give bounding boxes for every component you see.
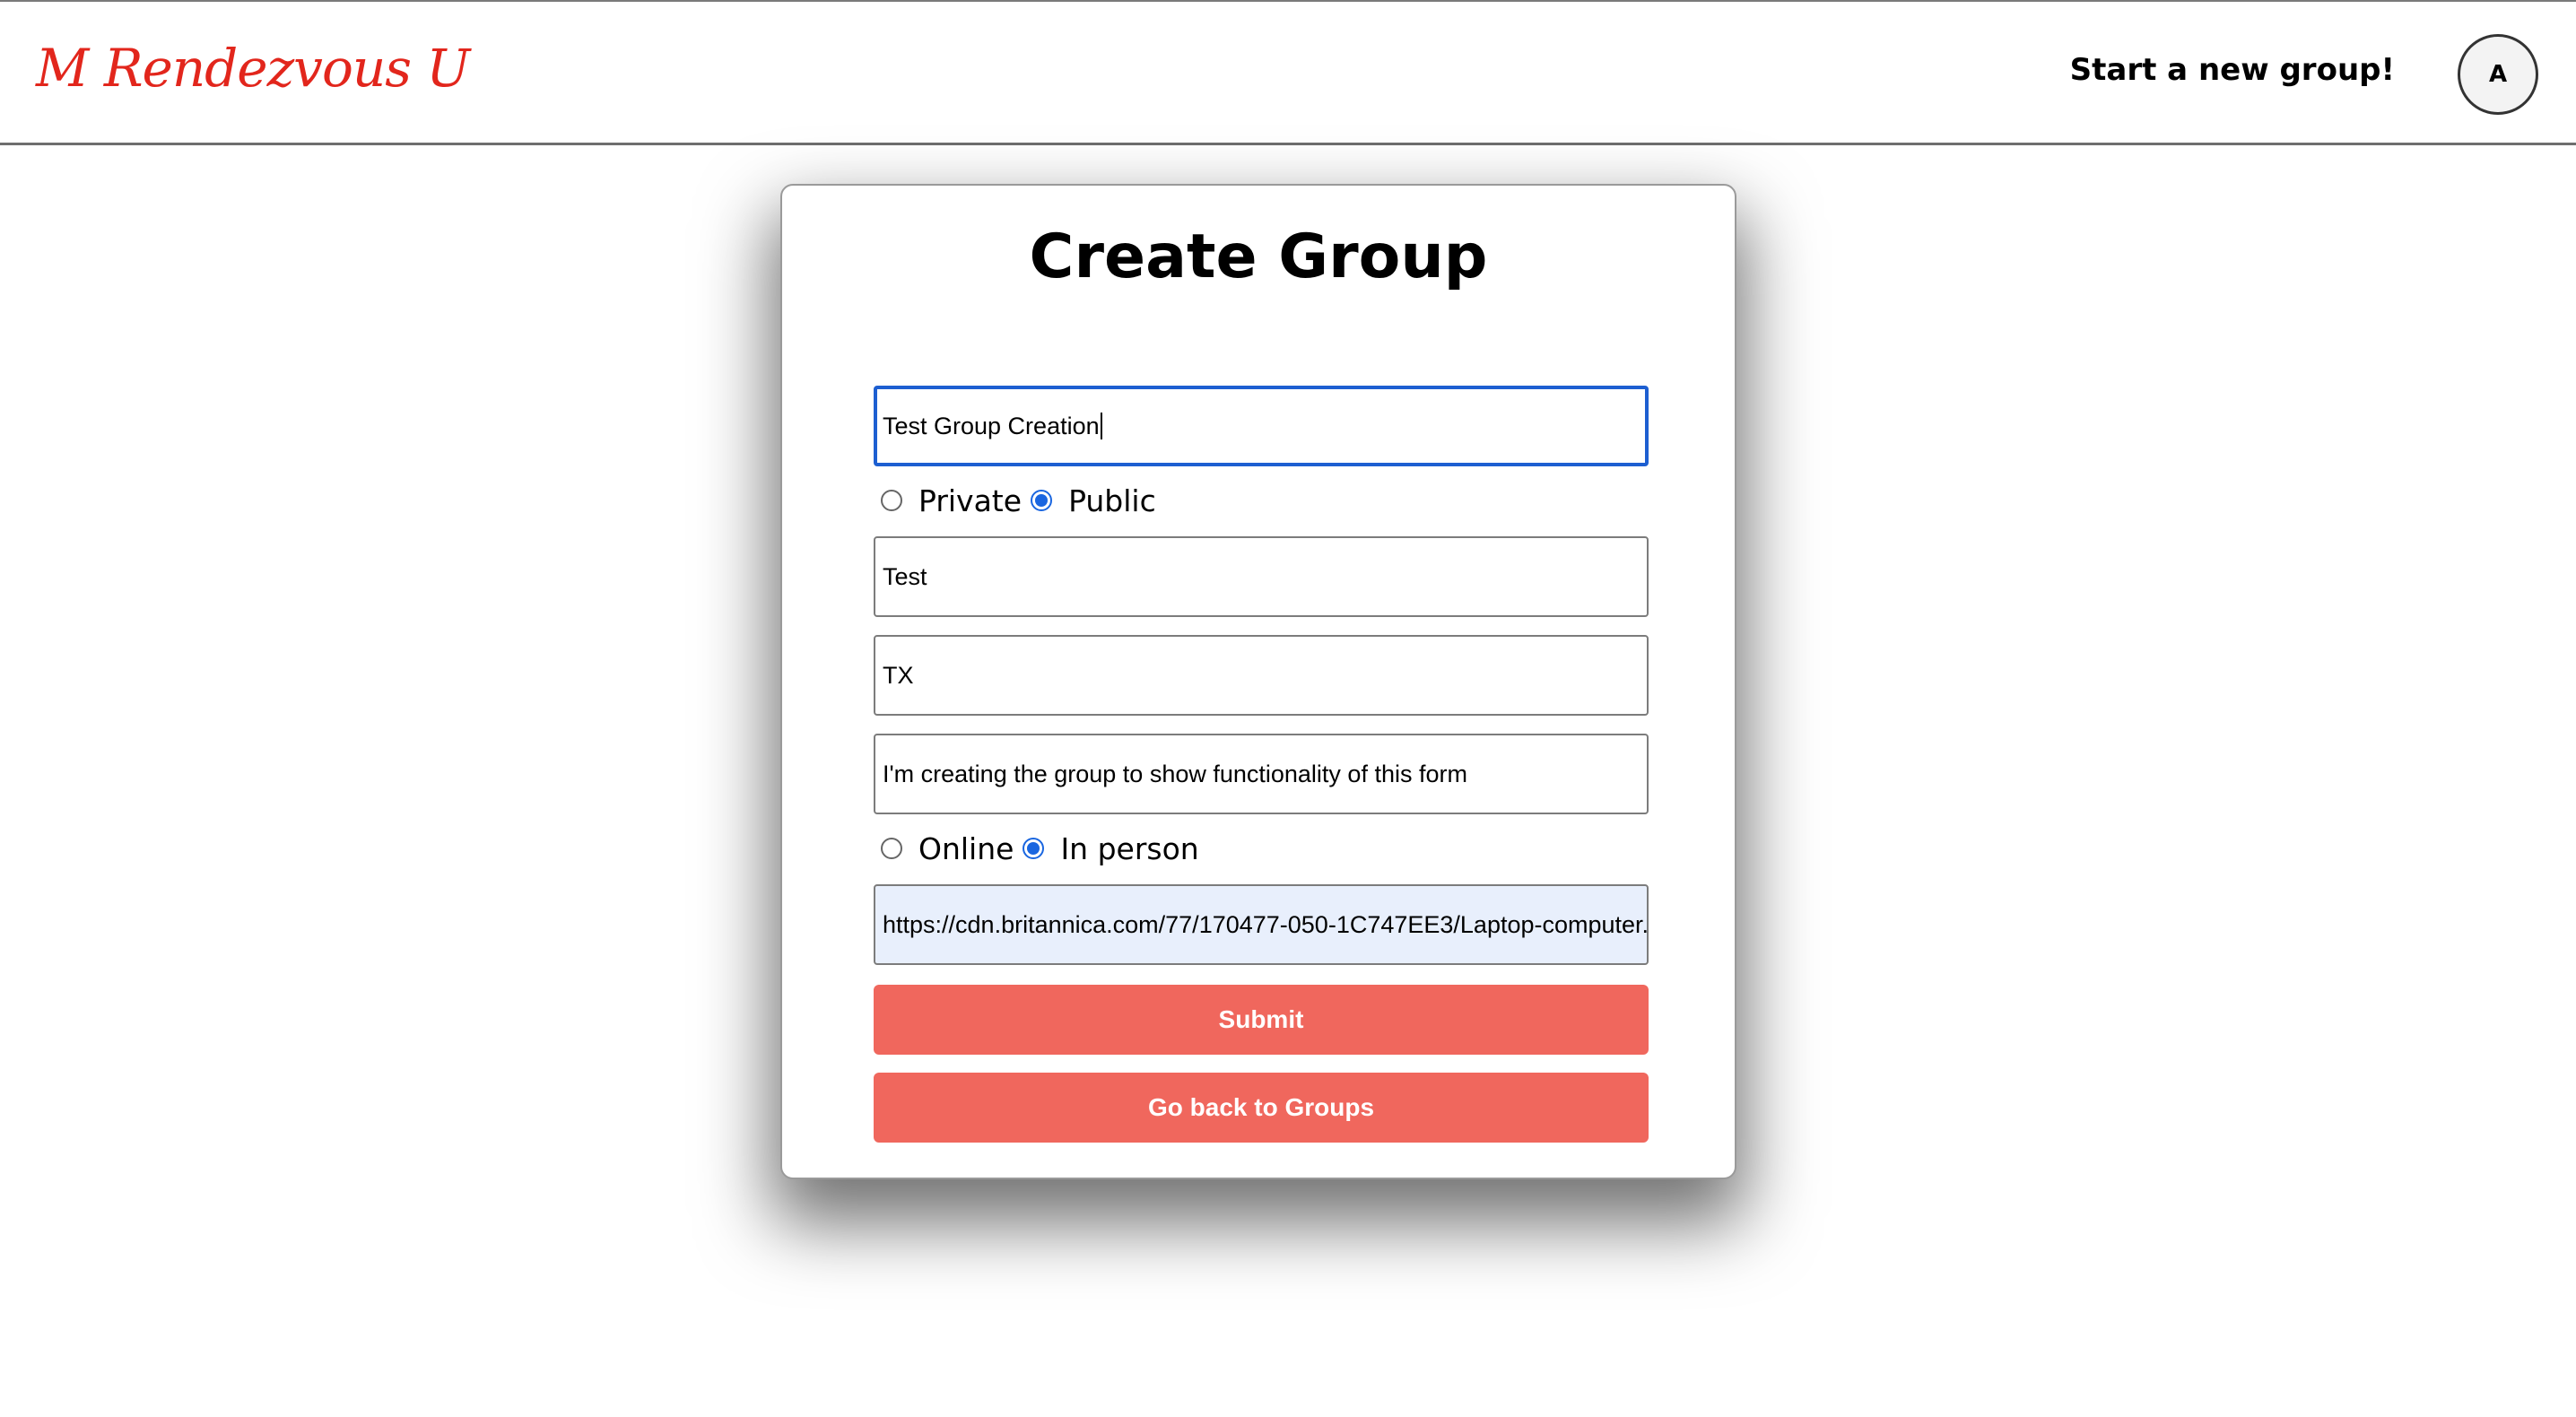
header: M Rendezvous U Start a new group! A bbox=[0, 2, 2576, 145]
privacy-radio-group: Private Public bbox=[881, 478, 1165, 523]
private-label[interactable]: Private bbox=[918, 483, 1022, 518]
submit-button[interactable]: Submit bbox=[874, 985, 1649, 1055]
group-name-value: Test Group Creation bbox=[883, 412, 1100, 439]
private-radio[interactable] bbox=[881, 490, 902, 511]
online-radio[interactable] bbox=[881, 838, 902, 859]
in-person-label[interactable]: In person bbox=[1060, 831, 1198, 866]
about-value: I'm creating the group to show functiona… bbox=[883, 760, 1467, 787]
image-url-input[interactable]: https://cdn.britannica.com/77/170477-050… bbox=[874, 884, 1649, 965]
avatar-initial: A bbox=[2488, 61, 2508, 88]
type-radio-group: Online In person bbox=[881, 826, 1208, 871]
group-name-input[interactable]: Test Group Creation bbox=[874, 386, 1649, 466]
about-input[interactable]: I'm creating the group to show functiona… bbox=[874, 734, 1649, 814]
public-label[interactable]: Public bbox=[1068, 483, 1156, 518]
online-label[interactable]: Online bbox=[918, 831, 1014, 866]
state-input[interactable]: TX bbox=[874, 635, 1649, 716]
create-group-card: Create Group Test Group Creation Private… bbox=[780, 184, 1736, 1179]
avatar-button[interactable]: A bbox=[2458, 34, 2538, 115]
city-value: Test bbox=[883, 562, 927, 590]
text-caret bbox=[1100, 413, 1102, 439]
start-new-group-link[interactable]: Start a new group! bbox=[2070, 52, 2395, 88]
public-radio[interactable] bbox=[1031, 490, 1053, 511]
logo[interactable]: M Rendezvous U bbox=[36, 38, 470, 99]
back-to-groups-button[interactable]: Go back to Groups bbox=[874, 1073, 1649, 1143]
in-person-radio[interactable] bbox=[1023, 838, 1045, 859]
city-input[interactable]: Test bbox=[874, 536, 1649, 617]
image-url-value: https://cdn.britannica.com/77/170477-050… bbox=[883, 910, 1649, 938]
page-title: Create Group bbox=[1029, 222, 1488, 292]
state-value: TX bbox=[883, 661, 914, 689]
